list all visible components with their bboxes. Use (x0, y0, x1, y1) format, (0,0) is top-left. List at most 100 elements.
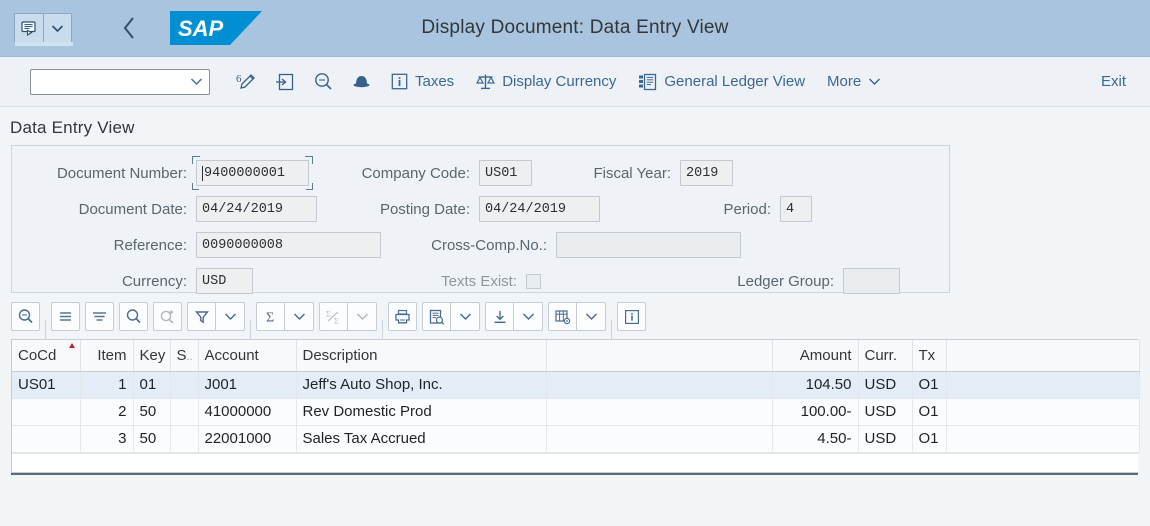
cell-tx: O1 (912, 425, 947, 453)
search-magnifier-icon[interactable] (304, 66, 342, 98)
export-dropdown-icon[interactable] (514, 302, 543, 331)
filter-funnel-icon[interactable] (187, 302, 216, 331)
info-icon[interactable] (617, 302, 646, 331)
sort-lines-icon[interactable] (51, 302, 80, 331)
fiscal-year-input[interactable]: 2019 (680, 160, 733, 186)
subtotal-dropdown-icon[interactable] (348, 302, 377, 331)
cell-item: 1 (80, 371, 134, 399)
cell-s (170, 371, 199, 399)
table-row[interactable]: 2 50 41000000 Rev Domestic Prod 100.00- … (12, 398, 1140, 426)
reference-field: Reference: 0090000008 (12, 232, 381, 258)
cell-tail (946, 371, 1140, 399)
texts-exist-checkbox[interactable] (526, 273, 541, 289)
cell-key: 01 (133, 371, 171, 399)
taxes-button-label: Taxes (415, 73, 455, 90)
table-row[interactable]: 3 50 22001000 Sales Tax Accrued 4.50- US… (12, 425, 1140, 453)
texts-exist-label: Texts Exist: (441, 272, 517, 290)
subtotal-icon[interactable]: Σ Σ (319, 302, 348, 331)
posting-date-input[interactable]: 04/24/2019 (479, 196, 600, 222)
chevron-down-icon[interactable] (190, 77, 203, 86)
message-button-underline (15, 42, 73, 46)
exit-button[interactable]: Exit (1087, 73, 1132, 90)
line-items-grid: CoCd Item Key S.. Account Description Am… (12, 340, 1140, 453)
cell-blank (546, 425, 773, 453)
period-label: Period: (723, 200, 771, 218)
form-row-2: Document Date: 04/24/2019 Posting Date: … (12, 191, 949, 227)
more-button[interactable]: More (816, 66, 892, 98)
cell-item: 3 (80, 425, 134, 453)
document-number-field: Document Number: 9400000001 (12, 156, 313, 190)
company-code-label: Company Code: (361, 164, 470, 182)
filter-lines-icon[interactable] (85, 302, 114, 331)
column-header-curr[interactable]: Curr. (858, 340, 913, 372)
find-next-icon[interactable] (153, 302, 182, 331)
table-bottom-rule (11, 472, 1138, 475)
general-ledger-view-button[interactable]: General Ledger View (627, 66, 816, 98)
currency-input[interactable]: USD (196, 268, 253, 294)
column-header-blank[interactable] (546, 340, 773, 372)
table-row[interactable]: US01 1 01 J001 Jeff's Auto Shop, Inc. 10… (12, 371, 1140, 399)
column-header-tx[interactable]: Tx (912, 340, 947, 372)
layout-dropdown-icon[interactable] (451, 302, 480, 331)
subtotal-button-group: Σ Σ (319, 302, 377, 331)
column-header-description[interactable]: Description (296, 340, 547, 372)
grid-settings-icon[interactable] (548, 302, 577, 331)
sum-dropdown-icon[interactable] (285, 302, 314, 331)
period-input[interactable]: 4 (780, 196, 812, 222)
hat-icon[interactable] (342, 66, 380, 98)
edit-pen-icon[interactable]: 6 (228, 66, 266, 98)
document-header-form: Document Number: 9400000001 Company Code… (11, 145, 950, 294)
message-popup-icon[interactable] (15, 14, 44, 42)
display-currency-button[interactable]: Display Currency (465, 66, 627, 98)
chevron-down-icon (869, 78, 881, 86)
text-caret (202, 165, 203, 181)
ledger-group-label: Ledger Group: (737, 272, 834, 290)
filter-dropdown-icon[interactable] (216, 302, 245, 331)
ledger-group-input[interactable] (843, 268, 900, 294)
general-ledger-view-button-label: General Ledger View (664, 73, 806, 90)
display-document-icon[interactable] (266, 66, 304, 98)
sum-button-group: Σ (256, 302, 314, 331)
export-download-icon[interactable] (485, 302, 514, 331)
search-details-icon[interactable] (11, 302, 40, 331)
document-date-input[interactable]: 04/24/2019 (196, 196, 317, 222)
cell-s (170, 398, 199, 426)
svg-text:6: 6 (236, 73, 242, 85)
back-chevron-icon[interactable] (116, 13, 142, 43)
cell-amount: 104.50 (772, 371, 859, 399)
cell-amount: 100.00- (772, 398, 859, 426)
table-body: US01 1 01 J001 Jeff's Auto Shop, Inc. 10… (12, 371, 1140, 453)
table-footer-spacer (12, 452, 1138, 472)
message-popup-button[interactable] (14, 13, 72, 43)
find-icon[interactable] (119, 302, 148, 331)
reference-input[interactable]: 0090000008 (196, 232, 381, 258)
column-header-cocd[interactable]: CoCd (12, 340, 81, 372)
cell-tail (946, 425, 1140, 453)
column-header-item[interactable]: Item (80, 340, 134, 372)
taxes-button[interactable]: Taxes (380, 66, 465, 98)
svg-text:Σ: Σ (266, 310, 274, 325)
more-button-label: More (827, 73, 862, 90)
sum-sigma-icon[interactable]: Σ (256, 302, 285, 331)
column-header-amount[interactable]: Amount (772, 340, 859, 372)
form-row-3: Reference: 0090000008 Cross-Comp.No.: (12, 227, 949, 263)
cross-comp-no-input[interactable] (556, 232, 741, 258)
reference-label: Reference: (113, 236, 187, 254)
company-code-input[interactable]: US01 (479, 160, 532, 186)
column-header-key[interactable]: Key (133, 340, 171, 372)
grid-settings-dropdown-icon[interactable] (577, 302, 606, 331)
grid-settings-button-group (548, 302, 606, 331)
message-popup-dropdown-icon[interactable] (44, 14, 71, 42)
layout-view-icon[interactable] (422, 302, 451, 331)
form-row-1: Document Number: 9400000001 Company Code… (12, 155, 949, 191)
column-header-account[interactable]: Account (198, 340, 297, 372)
filter-button-group (187, 302, 245, 331)
ledger-group-field: Ledger Group: (713, 268, 900, 294)
svg-text:Σ: Σ (334, 316, 339, 325)
sap-logo: SAP (170, 11, 262, 45)
table-header-row: CoCd Item Key S.. Account Description Am… (12, 340, 1140, 372)
document-selector-input[interactable] (30, 68, 210, 95)
print-icon[interactable] (388, 302, 417, 331)
document-number-input[interactable]: 9400000001 (196, 160, 309, 186)
column-header-s[interactable]: S.. (170, 340, 199, 372)
